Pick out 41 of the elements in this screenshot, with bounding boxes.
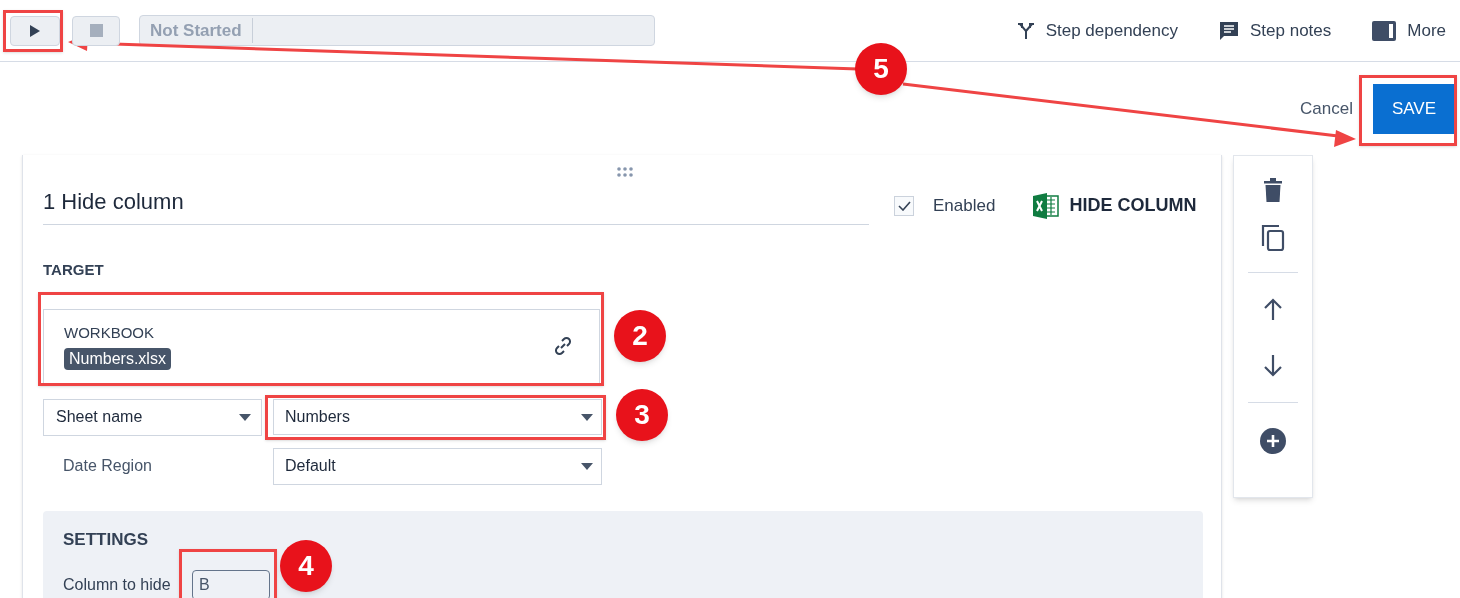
- stop-icon: [89, 24, 103, 37]
- fork-icon: [1015, 20, 1036, 41]
- settings-heading: SETTINGS: [63, 528, 148, 551]
- target-heading: TARGET: [43, 260, 104, 280]
- status-field: Not Started: [139, 15, 655, 46]
- step-title: 1 Hide column: [43, 189, 184, 214]
- caret-icon: [581, 462, 593, 470]
- caret-icon: [581, 413, 593, 421]
- cancel-link[interactable]: Cancel: [1300, 95, 1353, 122]
- play-button[interactable]: [10, 15, 60, 46]
- file-chip: Numbers.xlsx: [64, 347, 171, 370]
- sheet-mode-select[interactable]: Sheet name: [43, 398, 262, 436]
- panel-icon: [1371, 19, 1398, 42]
- link-icon[interactable]: [553, 336, 573, 356]
- check-icon: [897, 200, 911, 211]
- date-region-label: Date Region: [63, 456, 153, 476]
- comment-icon: [1218, 19, 1240, 42]
- workbook-label: WORKBOOK: [64, 323, 154, 344]
- column-label: Column to hide: [63, 575, 172, 595]
- highlight-frame: [3, 10, 63, 52]
- up-arrow-icon[interactable]: [1263, 298, 1283, 320]
- enabled-checkbox[interactable]: [894, 195, 914, 216]
- toolbar-action[interactable]: Step notes: [1218, 17, 1332, 44]
- trash-icon[interactable]: [1264, 178, 1282, 202]
- callout-badge: 5: [855, 43, 907, 95]
- toolbar-action[interactable]: More: [1371, 17, 1446, 44]
- copy-icon[interactable]: [1261, 224, 1285, 252]
- add-icon[interactable]: [1260, 428, 1286, 454]
- caret-icon: [239, 413, 251, 421]
- down-arrow-icon[interactable]: [1263, 355, 1283, 377]
- drag-handle-icon[interactable]: [616, 167, 634, 177]
- enabled-label: Enabled: [933, 194, 996, 217]
- column-input[interactable]: B: [192, 570, 270, 598]
- sheet-select[interactable]: Numbers: [273, 399, 602, 435]
- workbook-field[interactable]: WORKBOOK Numbers.xlsx: [43, 308, 600, 384]
- toolbar-action[interactable]: Step dependency: [1015, 17, 1178, 44]
- action-type-label: HIDE COLUMN: [1069, 194, 1197, 217]
- date-region-select[interactable]: Default: [273, 447, 602, 485]
- save-button[interactable]: SAVE: [1373, 83, 1455, 134]
- play-icon: [30, 24, 40, 37]
- spreadsheet-icon: [1033, 192, 1060, 219]
